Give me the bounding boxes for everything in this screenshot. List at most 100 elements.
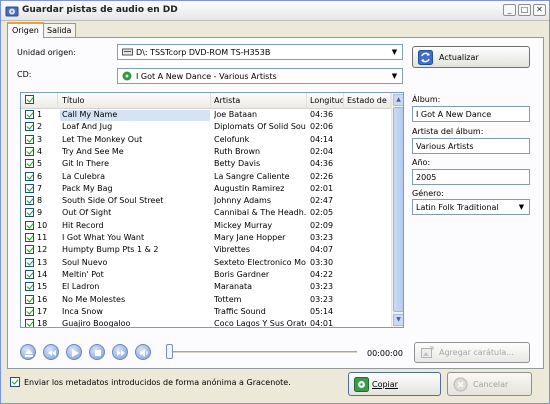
track-checkbox[interactable]	[25, 183, 34, 193]
track-title[interactable]: El Ladron	[60, 282, 210, 293]
track-list-scrollbar[interactable]: ▲ ▼	[391, 93, 403, 327]
seek-slider[interactable]	[166, 344, 173, 359]
track-artist[interactable]: La Sangre Caliente	[214, 172, 306, 183]
header-check-column[interactable]	[21, 93, 58, 109]
track-checkbox[interactable]	[25, 171, 34, 181]
track-artist[interactable]: Tottem	[214, 295, 306, 306]
track-title[interactable]: Out Of Sight	[60, 208, 210, 219]
table-row[interactable]: 17 Inca Snow Traffic Sound 05:14	[21, 306, 391, 318]
track-checkbox[interactable]	[25, 233, 34, 242]
table-row[interactable]: 4 Try And See Me Ruth Brown 02:04	[21, 146, 391, 158]
table-row[interactable]: 16 No Me Molestes Tottem 03:23	[21, 294, 391, 306]
table-row[interactable]: 3 Let The Monkey Out Celofunk 04:14	[21, 134, 391, 146]
stop-button[interactable]	[89, 344, 105, 360]
header-status[interactable]: Estado de l...	[344, 93, 391, 109]
scroll-down-icon[interactable]: ▼	[393, 314, 403, 326]
track-artist[interactable]: Diplomats Of Solid Sound	[214, 122, 306, 133]
genre-select[interactable]: Latin Folk Traditional ▼	[412, 199, 530, 215]
table-row[interactable]: 6 La Culebra La Sangre Caliente 02:26	[21, 171, 391, 183]
track-title[interactable]: Let The Monkey Out	[60, 135, 210, 146]
album-artist-field[interactable]: Various Artists	[412, 138, 530, 154]
header-length[interactable]: Longitud	[307, 93, 344, 109]
drive-select[interactable]: D\: TSSTcorp DVD-ROM TS-H353B ▼	[117, 44, 403, 60]
track-title[interactable]: Call My Name	[60, 110, 210, 121]
track-checkbox[interactable]	[25, 245, 34, 255]
table-row[interactable]: 9 Out Of Sight Cannibal & The Headh... 02:0…	[21, 207, 391, 219]
header-title[interactable]: Título	[58, 93, 211, 109]
track-title[interactable]: Git In There	[60, 159, 210, 170]
track-artist[interactable]: Maranata	[214, 282, 306, 293]
track-artist[interactable]: Boris Gardner	[214, 270, 306, 281]
minimize-button[interactable]: _	[503, 4, 516, 16]
track-artist[interactable]: Coco Lagos Y Sus Orates	[214, 319, 306, 327]
seek-track[interactable]	[171, 351, 357, 353]
cancel-button[interactable]: Cancelar	[447, 372, 532, 396]
track-checkbox[interactable]	[25, 208, 34, 218]
track-artist[interactable]: Joe Bataan	[214, 110, 306, 121]
track-title[interactable]: Try And See Me	[60, 147, 210, 158]
add-cover-button[interactable]: Agregar carátula...	[414, 342, 530, 363]
table-row[interactable]: 2 Loaf And Jug Diplomats Of Solid Sound 02:…	[21, 121, 391, 133]
table-row[interactable]: 1 Call My Name Joe Bataan 04:36	[21, 109, 391, 121]
volume-button[interactable]	[135, 344, 151, 360]
track-title[interactable]: Meltin' Pot	[60, 270, 210, 281]
track-artist[interactable]: Johnny Adams	[214, 196, 306, 207]
copy-button[interactable]: Copiar	[348, 372, 441, 396]
table-row[interactable]: 5 Git In There Betty Davis 04:36	[21, 158, 391, 170]
track-checkbox[interactable]	[25, 294, 34, 304]
table-row[interactable]: 8 South Side Of Soul Street Johnny Adams 02…	[21, 195, 391, 207]
track-title[interactable]: South Side Of Soul Street	[60, 196, 210, 207]
header-artist[interactable]: Artista	[211, 93, 307, 109]
track-title[interactable]: Humpty Bump Pts 1 & 2	[60, 245, 210, 256]
track-checkbox[interactable]	[25, 269, 34, 279]
track-artist[interactable]: Betty Davis	[214, 159, 306, 170]
scroll-up-icon[interactable]: ▲	[393, 94, 403, 106]
track-title[interactable]: Pack My Bag	[60, 184, 210, 195]
table-row[interactable]: 15 El Ladron Maranata 03:23	[21, 281, 391, 293]
track-artist[interactable]: Traffic Sound	[214, 307, 306, 318]
track-title[interactable]: La Culebra	[60, 172, 210, 183]
track-checkbox[interactable]	[25, 257, 34, 267]
track-title[interactable]: Inca Snow	[60, 307, 210, 318]
table-row[interactable]: 11 I Got What You Want Mary Jane Hopper 03:…	[21, 232, 391, 244]
track-artist[interactable]: Ruth Brown	[214, 147, 306, 158]
anonymous-metadata-checkbox[interactable]	[10, 377, 20, 387]
next-button[interactable]	[112, 344, 128, 360]
track-checkbox[interactable]	[25, 319, 34, 327]
track-title[interactable]: Hit Record	[60, 221, 210, 232]
track-artist[interactable]: Sexteto Electronico Mo...	[214, 258, 306, 269]
table-row[interactable]: 12 Humpty Bump Pts 1 & 2 Vibrettes 04:07	[21, 244, 391, 256]
track-checkbox[interactable]	[25, 282, 34, 292]
track-artist[interactable]: Vibrettes	[214, 245, 306, 256]
track-artist[interactable]: Mary Jane Hopper	[214, 233, 306, 244]
table-row[interactable]: 10 Hit Record Mickey Murray 02:09	[21, 220, 391, 232]
table-row[interactable]: 14 Meltin' Pot Boris Gardner 04:22	[21, 269, 391, 281]
cd-select[interactable]: I Got A New Dance - Various Artists ▼	[117, 68, 403, 84]
track-artist[interactable]: Augustin Ramirez	[214, 184, 306, 195]
table-row[interactable]: 18 Guajiro Boogaloo Coco Lagos Y Sus Orate…	[21, 318, 391, 327]
track-title[interactable]: Soul Nuevo	[60, 258, 210, 269]
tab-origen[interactable]: Origen	[7, 22, 44, 38]
track-checkbox[interactable]	[25, 306, 34, 316]
scroll-thumb[interactable]	[393, 107, 403, 312]
track-list[interactable]: Título Artista Longitud Estado de l... 1…	[20, 92, 404, 328]
track-checkbox[interactable]	[25, 134, 34, 144]
year-field[interactable]: 2005	[412, 169, 530, 185]
track-title[interactable]: No Me Molestes	[60, 295, 210, 306]
album-field[interactable]: I Got A New Dance	[412, 106, 530, 122]
track-checkbox[interactable]	[25, 196, 34, 206]
eject-button[interactable]	[20, 344, 36, 360]
tab-salida[interactable]: Salida	[42, 23, 77, 38]
track-artist[interactable]: Mickey Murray	[214, 221, 306, 232]
maximize-button[interactable]: □	[518, 4, 531, 16]
table-row[interactable]: 13 Soul Nuevo Sexteto Electronico Mo... 03:…	[21, 257, 391, 269]
track-title[interactable]: Guajiro Boogaloo	[60, 319, 210, 327]
close-button[interactable]: ✕	[533, 4, 546, 16]
track-checkbox[interactable]	[25, 220, 34, 230]
play-button[interactable]	[66, 344, 82, 360]
previous-button[interactable]	[43, 344, 59, 360]
track-artist[interactable]: Cannibal & The Headh...	[214, 208, 306, 219]
refresh-button[interactable]: Actualizar	[412, 46, 530, 68]
track-title[interactable]: Loaf And Jug	[60, 122, 210, 133]
table-row[interactable]: 7 Pack My Bag Augustin Ramirez 02:01	[21, 183, 391, 195]
